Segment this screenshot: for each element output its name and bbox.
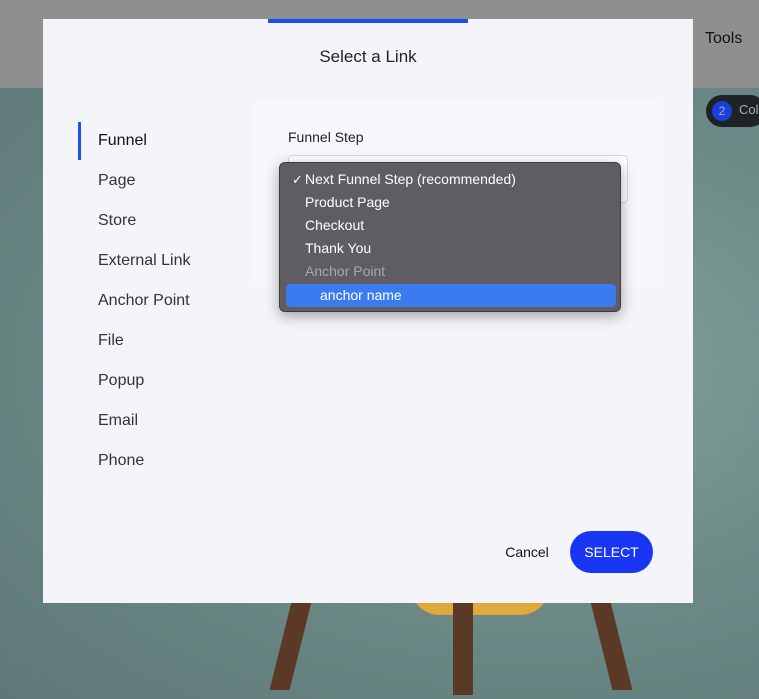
badge-text: Col bbox=[739, 102, 759, 117]
checkmark-icon: ✓ bbox=[292, 172, 303, 187]
funnel-step-dropdown: ✓ Next Funnel Step (recommended) Product… bbox=[279, 162, 621, 312]
modal-accent-bar bbox=[268, 19, 468, 23]
sidebar-item-store[interactable]: Store bbox=[78, 201, 191, 241]
modal-title: Select a Link bbox=[319, 47, 417, 66]
stool-leg-image bbox=[453, 595, 473, 695]
badge-count: 2 bbox=[712, 101, 732, 121]
link-type-sidebar: Funnel Page Store External Link Anchor P… bbox=[78, 121, 191, 481]
sidebar-item-email[interactable]: Email bbox=[78, 401, 191, 441]
select-button[interactable]: SELECT bbox=[570, 531, 653, 573]
sidebar-item-external-link[interactable]: External Link bbox=[78, 241, 191, 281]
option-product-page[interactable]: Product Page bbox=[286, 191, 616, 214]
sidebar-item-phone[interactable]: Phone bbox=[78, 441, 191, 481]
sidebar-item-file[interactable]: File bbox=[78, 321, 191, 361]
sidebar-item-funnel[interactable]: Funnel bbox=[78, 121, 191, 161]
funnel-step-label: Funnel Step bbox=[288, 129, 364, 145]
option-next-funnel-step[interactable]: ✓ Next Funnel Step (recommended) bbox=[286, 168, 616, 191]
option-group-anchor-point: Anchor Point bbox=[305, 263, 386, 279]
sidebar-item-popup[interactable]: Popup bbox=[78, 361, 191, 401]
tools-menu[interactable]: Tools bbox=[705, 30, 742, 48]
option-thank-you[interactable]: Thank You bbox=[286, 237, 616, 260]
option-checkout[interactable]: Checkout bbox=[286, 214, 616, 237]
collaborators-badge[interactable]: 2 Col bbox=[706, 95, 759, 127]
sidebar-item-anchor-point[interactable]: Anchor Point bbox=[78, 281, 191, 321]
option-anchor-name[interactable]: anchor name bbox=[286, 284, 616, 307]
sidebar-item-page[interactable]: Page bbox=[78, 161, 191, 201]
cancel-button[interactable]: Cancel bbox=[495, 539, 559, 565]
